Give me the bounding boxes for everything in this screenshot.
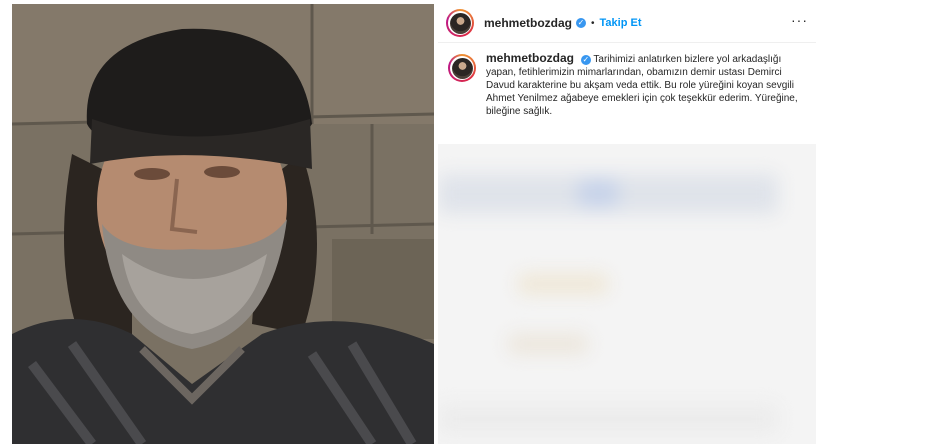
username[interactable]: mehmetbozdag [484,16,572,30]
separator-dot: • [591,17,595,29]
follow-button[interactable]: Takip Et [600,17,642,29]
caption-text: mehmetbozdag ✓ Tarihimizi anlatırken biz… [486,52,804,118]
caption-avatar[interactable] [448,54,476,82]
avatar[interactable] [446,9,474,37]
more-options-icon[interactable]: ··· [791,12,808,28]
caption-username[interactable]: mehmetbozdag [486,51,574,65]
blurred-comments-area [438,144,816,444]
caption: mehmetbozdag ✓ Tarihimizi anlatırken biz… [438,52,816,118]
verified-badge-icon: ✓ [576,18,587,28]
actor-portrait-image [12,4,434,444]
post-photo[interactable] [12,4,434,444]
instagram-post: mehmetbozdag ✓ • Takip Et ··· mehmetbozd… [12,4,816,444]
verified-badge-icon: ✓ [580,55,591,65]
profile-picture [451,57,473,79]
post-sidebar: mehmetbozdag ✓ • Takip Et ··· mehmetbozd… [438,4,816,444]
post-header: mehmetbozdag ✓ • Takip Et ··· [438,4,816,43]
profile-picture [449,12,471,34]
